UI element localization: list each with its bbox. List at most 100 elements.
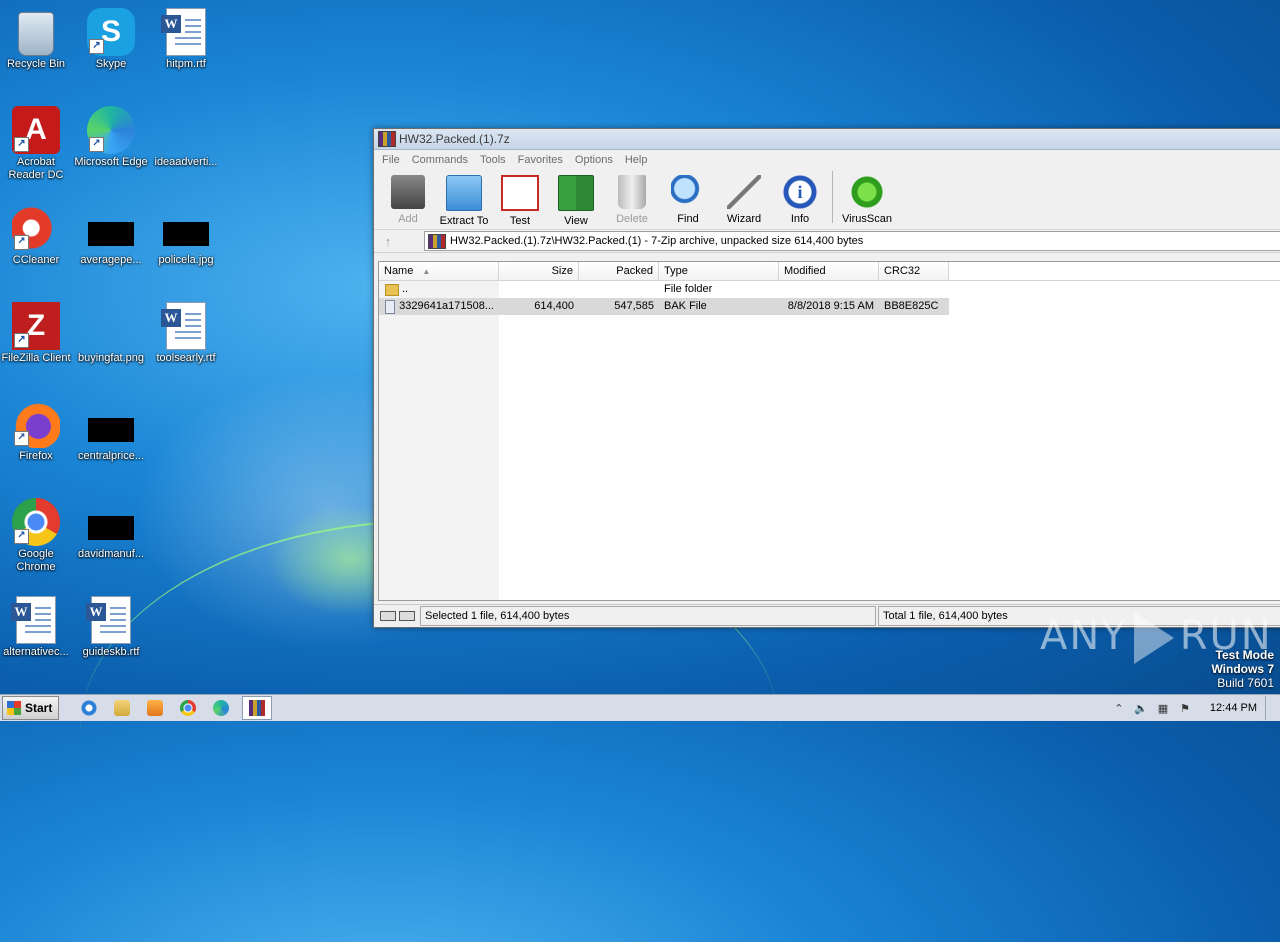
start-button[interactable]: Start [2,696,60,720]
drive-icon [380,611,396,621]
wand-icon [727,175,761,209]
black-thumbnail-icon [88,222,134,246]
acrobat-icon: A ↗ [12,106,60,154]
add-button[interactable]: Add [380,169,436,227]
trash-icon [618,175,646,209]
desktop-icon-recycle-bin[interactable]: Recycle Bin [0,8,74,71]
desktop-icon-buyingfat[interactable]: buyingfat.png [73,302,149,365]
menu-options[interactable]: Options [569,154,619,166]
desktop-icon-toolsearly[interactable]: W toolsearly.rtf [148,302,224,365]
chrome-icon: ↗ [12,498,60,546]
desktop-icon-policela[interactable]: policela.jpg [148,204,224,267]
column-type[interactable]: Type [659,262,779,280]
taskbar-chrome[interactable] [176,697,200,719]
file-icon [87,302,135,350]
desktop-icon-skype[interactable]: S ↗ Skype [73,8,149,71]
desktop-icon-acrobat[interactable]: A ↗ Acrobat Reader DC [0,106,74,182]
word-document-icon: W [86,596,131,644]
show-desktop-button[interactable] [1265,696,1276,720]
window-title: HW32.Packed.(1).7z [399,132,510,146]
tray-overflow-chevron-icon[interactable]: ⌃ [1112,701,1126,715]
desktop-icon-edge[interactable]: ↗ Microsoft Edge [73,106,149,169]
taskbar-winrar[interactable] [242,696,273,720]
filezilla-icon: Z ↗ [12,302,60,350]
action-center-flag-icon[interactable]: ⚑ [1178,701,1192,715]
status-selected: Selected 1 file, 614,400 bytes [420,606,876,626]
recycle-bin-icon [18,12,54,56]
file-list[interactable]: Name ▲ Size Packed Type Modified CRC32 .… [378,261,1280,601]
test-mode-notice: Test Mode Windows 7 Build 7601 [1211,648,1274,690]
address-bar: ↑ HW32.Packed.(1).7z\HW32.Packed.(1) - 7… [374,230,1280,253]
windows-logo-icon [7,701,21,715]
desktop-icon-chrome[interactable]: ↗ Google Chrome [0,498,74,574]
volume-icon[interactable]: 🔈 [1134,701,1148,715]
virusscan-button[interactable]: VirusScan [839,169,895,227]
column-name[interactable]: Name ▲ [379,262,499,280]
desktop-icon-averagepe[interactable]: averagepe... [73,204,149,267]
test-clipboard-icon [501,175,539,211]
taskbar: Start ⌃ 🔈 ▦ ⚑ 12:44 PM [0,694,1280,721]
wizard-button[interactable]: Wizard [716,169,772,227]
view-book-icon [558,175,594,211]
file-icon [385,299,396,314]
system-tray: ⌃ 🔈 ▦ ⚑ 12:44 PM [1108,695,1280,721]
find-button[interactable]: Find [660,169,716,227]
address-field[interactable]: HW32.Packed.(1).7z\HW32.Packed.(1) - 7-Z… [424,231,1280,251]
chrome-icon [180,700,197,716]
up-arrow-icon[interactable]: ↑ [374,234,402,249]
desktop-icon-filezilla[interactable]: Z ↗ FileZilla Client [0,302,74,365]
view-button[interactable]: View [548,169,604,227]
desktop-icon-alternativec[interactable]: W alternativec... [0,596,74,659]
column-packed[interactable]: Packed [579,262,659,280]
desktop-icon-davidmanuf[interactable]: davidmanuf... [73,498,149,561]
column-crc32[interactable]: CRC32 [879,262,949,280]
info-button[interactable]: i Info [772,169,828,227]
clock[interactable]: 12:44 PM [1210,702,1257,714]
winrar-icon [428,233,446,249]
ccleaner-icon: ↗ [12,204,60,252]
black-thumbnail-icon [88,418,134,442]
list-header: Name ▲ Size Packed Type Modified CRC32 [379,262,1280,281]
edge-icon [213,700,230,716]
column-size[interactable]: Size [499,262,579,280]
menu-file[interactable]: File [376,154,406,166]
desktop-icon-ideaadverti[interactable]: ideaadverti... [148,106,224,169]
taskbar-media-player[interactable] [143,697,167,719]
test-button[interactable]: Test [492,169,548,227]
desktop-icon-guideskb[interactable]: W guideskb.rtf [73,596,149,659]
add-icon [391,175,425,209]
menu-commands[interactable]: Commands [406,154,474,166]
menu-bar: File Commands Tools Favorites Options He… [374,150,1280,169]
toolbar: Add Extract To Test View Delete Find Wiz… [374,169,1280,230]
internet-explorer-icon [81,700,98,716]
edge-icon: ↗ [87,106,135,154]
word-document-icon: W [161,302,206,350]
menu-favorites[interactable]: Favorites [512,154,569,166]
delete-button[interactable]: Delete [604,169,660,227]
menu-tools[interactable]: Tools [474,154,512,166]
key-icon [399,611,415,621]
taskbar-explorer[interactable] [110,697,134,719]
extract-to-button[interactable]: Extract To [436,169,492,227]
desktop-icon-centralprice[interactable]: centralprice... [73,400,149,463]
table-row-selected[interactable]: 3329641a171508... 614,400 547,585 BAK Fi… [379,298,949,315]
address-text: HW32.Packed.(1).7z\HW32.Packed.(1) - 7-Z… [450,235,864,247]
desktop-icon-firefox[interactable]: ↗ Firefox [0,400,74,463]
file-icon [162,106,210,154]
toolbar-divider [832,171,833,223]
network-icon[interactable]: ▦ [1156,701,1170,715]
desktop-icon-hitpm[interactable]: W hitpm.rtf [148,8,224,71]
taskbar-edge[interactable] [209,697,233,719]
menu-help[interactable]: Help [619,154,654,166]
winrar-icon [249,700,266,716]
column-modified[interactable]: Modified [779,262,879,280]
skype-icon: S ↗ [87,8,135,56]
taskbar-internet-explorer[interactable] [77,697,101,719]
explorer-folder-icon [114,700,131,716]
desktop-icon-ccleaner[interactable]: ↗ CCleaner [0,204,74,267]
black-thumbnail-icon [88,516,134,540]
table-row[interactable]: .. File folder [379,281,1280,298]
word-document-icon: W [11,596,56,644]
title-bar[interactable]: HW32.Packed.(1).7z [374,129,1280,150]
archive-window[interactable]: HW32.Packed.(1).7z File Commands Tools F… [373,128,1280,628]
